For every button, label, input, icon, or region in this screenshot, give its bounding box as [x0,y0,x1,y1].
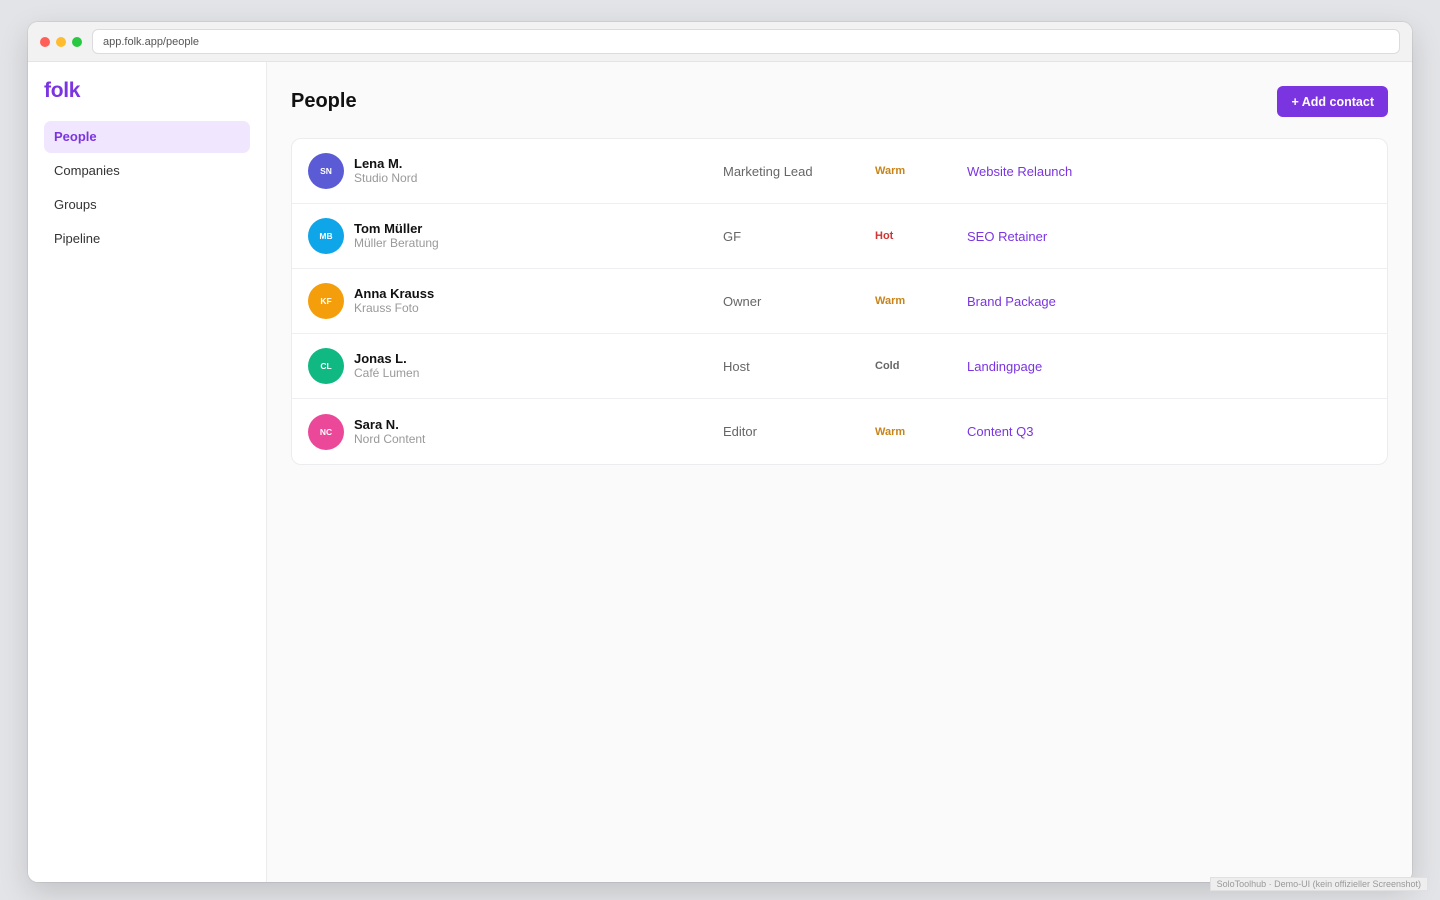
avatar: MB [308,218,344,254]
contact-role: Editor [723,424,757,439]
address-bar[interactable]: app.folk.app/people [92,29,1400,54]
contact-cell: CL Jonas L. Café Lumen [308,348,723,384]
maximize-window-icon[interactable] [72,36,82,47]
sidebar-item-people[interactable]: People [44,121,250,153]
sidebar-item-groups[interactable]: Groups [44,189,250,221]
avatar: SN [308,153,344,189]
minimize-window-icon[interactable] [56,36,66,47]
contact-name[interactable]: Tom Müller [354,221,439,236]
contact-role: GF [723,228,742,244]
status-badge: Warm [875,425,906,438]
avatar: NC [308,413,344,450]
table-row[interactable]: NC Sara N. Nord Content Editor Warm Cont… [292,399,1387,464]
contact-role: Marketing Lead [723,163,813,179]
app-logo[interactable]: folk [44,79,250,103]
status-badge: Cold [875,360,900,372]
close-window-icon[interactable] [40,36,50,47]
app-layout: folk People Companies Groups Pipeline Pe… [28,62,1412,882]
contact-company: Krauss Foto [354,301,419,315]
table-row[interactable]: SN Lena M. Studio Nord Marketing Lead Wa… [292,139,1387,204]
status-badge: Hot [875,230,894,242]
table-row[interactable]: KF Anna Krauss Krauss Foto Owner Warm Br… [292,269,1387,334]
deal-link[interactable]: Landingpage [967,359,1042,374]
status-badge: Warm [875,165,906,177]
sidebar-item-companies[interactable]: Companies [44,155,250,187]
sidebar-nav: People Companies Groups Pipeline [44,121,250,255]
contact-cell: MB Tom Müller Müller Beratung [308,218,723,254]
deal-link[interactable]: Website Relaunch [967,164,1072,179]
contact-cell: KF Anna Krauss Krauss Foto [308,283,723,319]
contact-company: Studio Nord [354,171,418,185]
deal-link[interactable]: SEO Retainer [967,229,1047,244]
contact-role: Owner [723,293,762,309]
contact-name[interactable]: Sara N. [354,417,425,432]
table-row[interactable]: CL Jonas L. Café Lumen Host Cold Landing… [292,334,1387,399]
url-text: app.folk.app/people [103,35,200,48]
contact-name[interactable]: Lena M. [354,156,417,171]
avatar: KF [308,283,344,319]
contact-company: Müller Beratung [354,236,439,250]
page-title: People [291,90,357,112]
add-contact-button[interactable]: + Add contact [1277,86,1388,117]
contact-name[interactable]: Anna Krauss [354,286,434,301]
browser-window: app.folk.app/people folk People Companie… [28,22,1412,882]
deal-link[interactable]: Content Q3 [967,424,1034,439]
sidebar-item-pipeline[interactable]: Pipeline [44,223,250,255]
table-row[interactable]: MB Tom Müller Müller Beratung GF Hot SEO… [292,204,1387,269]
contacts-table: SN Lena M. Studio Nord Marketing Lead Wa… [291,138,1388,465]
demo-disclaimer: SoloToolhub · Demo-UI (kein offizieller … [1209,877,1428,891]
contact-cell: NC Sara N. Nord Content [308,413,723,450]
contact-cell: SN Lena M. Studio Nord [308,153,723,189]
sidebar: folk People Companies Groups Pipeline [28,62,267,882]
browser-titlebar: app.folk.app/people [28,22,1412,62]
contact-name[interactable]: Jonas L. [354,351,419,366]
contact-company: Café Lumen [354,366,420,380]
deal-link[interactable]: Brand Package [967,294,1056,309]
contact-role: Host [723,358,750,374]
status-badge: Warm [875,295,906,307]
main-content: People + Add contact SN Lena M. Studio N… [267,62,1412,882]
contact-company: Nord Content [354,431,426,446]
page-header: People + Add contact [291,86,1388,117]
avatar: CL [308,348,344,384]
